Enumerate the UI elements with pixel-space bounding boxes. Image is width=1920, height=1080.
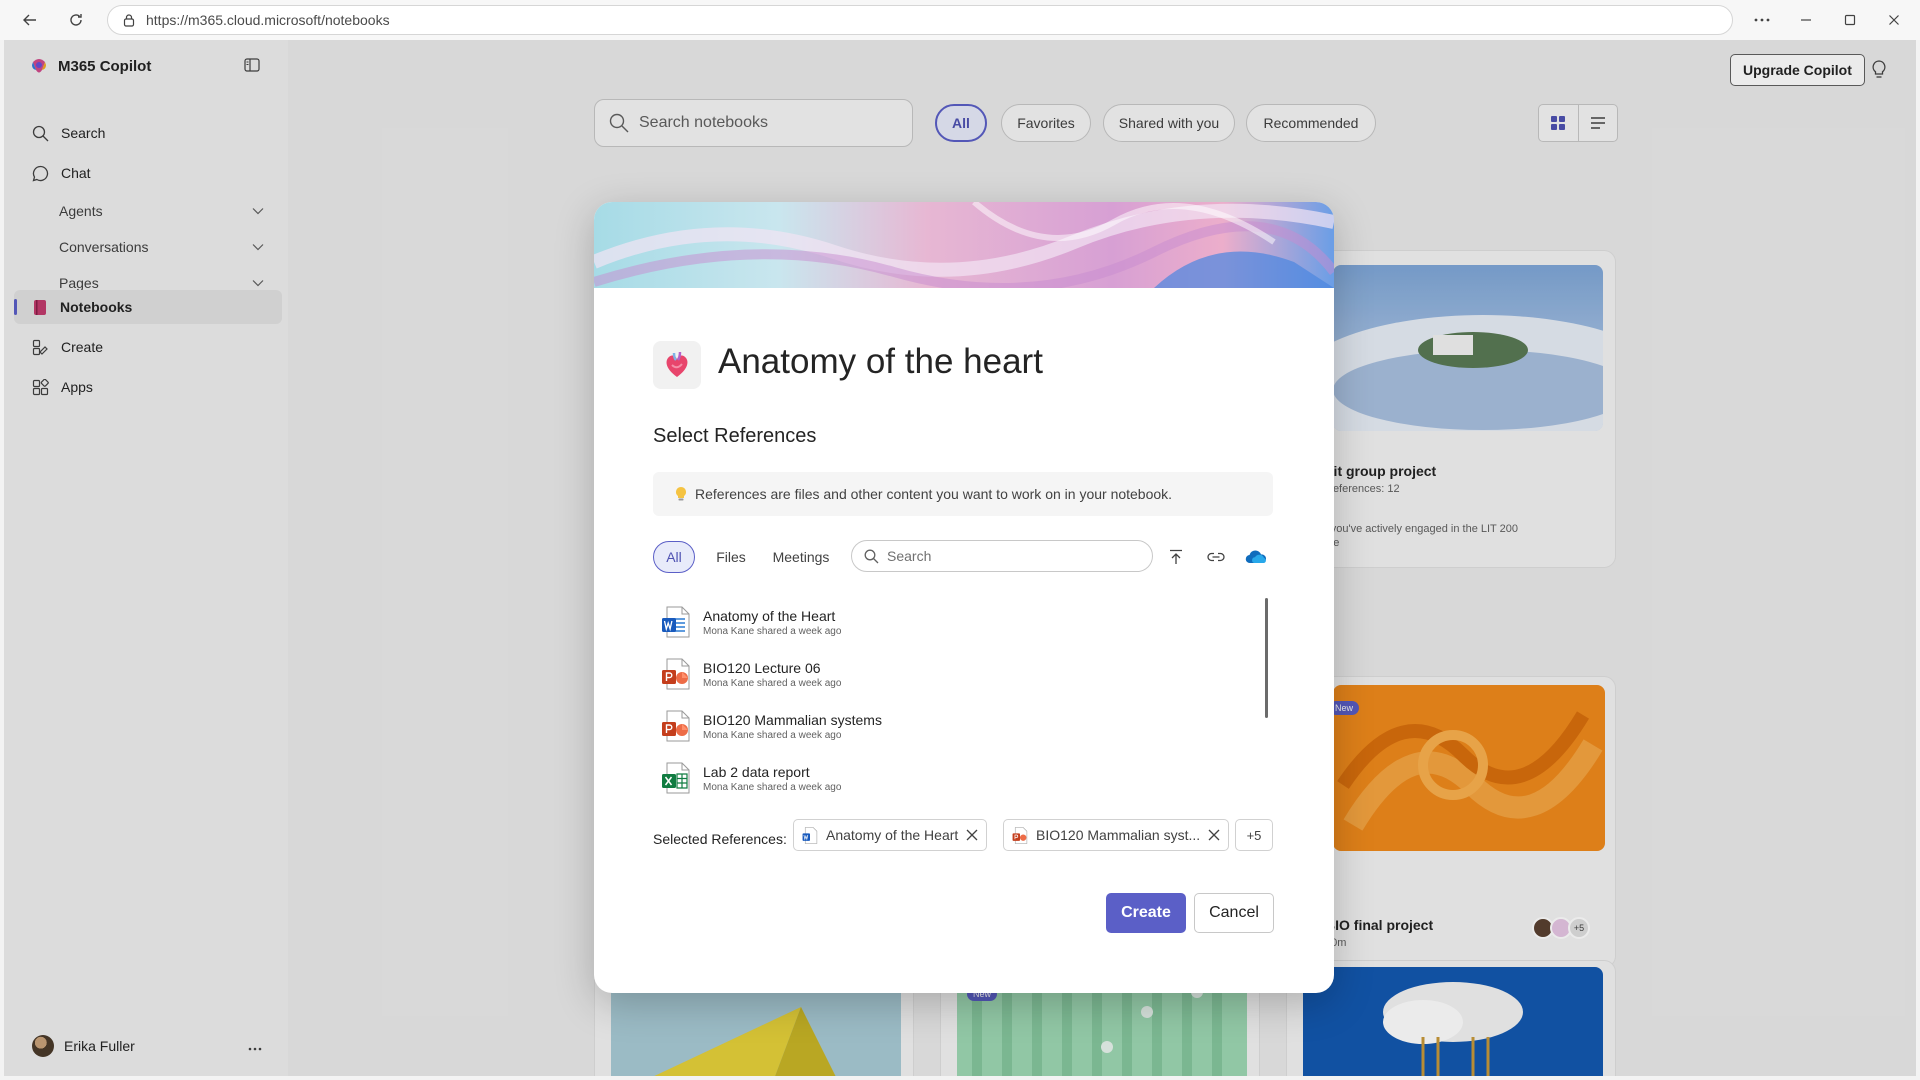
onedrive-button[interactable] — [1242, 543, 1270, 571]
minimize-icon — [1801, 19, 1811, 21]
chip-label: Anatomy of the Heart — [826, 827, 959, 843]
upload-icon — [1170, 549, 1182, 564]
dialog-banner — [594, 202, 1334, 293]
word-file-icon — [662, 606, 690, 638]
link-icon — [1207, 552, 1225, 562]
app-window: M365 Copilot Search Chat Agents Conversa… — [4, 40, 1916, 1076]
onedrive-cloud-icon — [1245, 550, 1267, 564]
maximize-button[interactable] — [1828, 0, 1872, 40]
url-text: https://m365.cloud.microsoft/notebooks — [146, 12, 390, 28]
info-text: References are files and other content y… — [695, 486, 1173, 502]
maximize-icon — [1844, 14, 1856, 26]
notebook-title[interactable]: Anatomy of the heart — [718, 342, 1043, 382]
back-arrow-icon — [23, 14, 36, 26]
powerpoint-file-icon — [662, 710, 690, 742]
powerpoint-file-icon — [662, 658, 690, 690]
close-window-button[interactable] — [1872, 0, 1916, 40]
create-notebook-dialog: Anatomy of the heart Select References R… — [594, 202, 1334, 993]
file-meta: Mona Kane shared a week ago — [703, 781, 842, 793]
file-meta: Mona Kane shared a week ago — [703, 729, 842, 741]
remove-icon[interactable] — [966, 829, 978, 841]
refresh-icon — [70, 14, 82, 26]
file-list-item[interactable]: BIO120 Mammalian systems Mona Kane share… — [661, 706, 882, 746]
more-references-button[interactable]: +5 — [1235, 819, 1273, 851]
remove-icon[interactable] — [1208, 829, 1220, 841]
cancel-button[interactable]: Cancel — [1194, 893, 1274, 933]
selected-references-label: Selected References: — [653, 831, 787, 847]
refresh-button[interactable] — [56, 0, 96, 40]
browser-toolbar: https://m365.cloud.microsoft/notebooks — [0, 0, 1920, 40]
address-bar[interactable]: https://m365.cloud.microsoft/notebooks — [107, 5, 1733, 35]
reference-search-input[interactable]: Search — [851, 540, 1153, 572]
back-button[interactable] — [10, 0, 50, 40]
file-name: BIO120 Mammalian systems — [703, 711, 882, 728]
file-name: BIO120 Lecture 06 — [703, 659, 821, 676]
close-icon — [1889, 15, 1899, 25]
tab-files[interactable]: Files — [706, 541, 756, 573]
search-placeholder: Search — [887, 548, 932, 564]
selected-reference-chip: BIO120 Mammalian syst... — [1003, 819, 1230, 851]
chip-label: BIO120 Mammalian syst... — [1036, 827, 1201, 843]
file-meta: Mona Kane shared a week ago — [703, 625, 842, 637]
lock-icon — [123, 14, 135, 27]
create-button[interactable]: Create — [1106, 893, 1186, 933]
minimize-button[interactable] — [1784, 0, 1828, 40]
lightbulb-icon — [676, 487, 686, 501]
tab-all[interactable]: All — [653, 541, 695, 573]
more-horizontal-icon — [1754, 18, 1770, 22]
file-name: Anatomy of the Heart — [703, 607, 836, 624]
word-file-icon — [802, 826, 818, 844]
info-banner: References are files and other content y… — [653, 472, 1273, 516]
powerpoint-file-icon — [1012, 826, 1028, 844]
file-name: Lab 2 data report — [703, 763, 810, 780]
add-link-button[interactable] — [1202, 543, 1230, 571]
selected-reference-chip: Anatomy of the Heart — [793, 819, 988, 851]
anatomical-heart-icon — [666, 351, 688, 377]
search-icon — [864, 549, 879, 563]
file-list-item[interactable]: BIO120 Lecture 06 Mona Kane shared a wee… — [661, 654, 841, 694]
tab-meetings[interactable]: Meetings — [766, 541, 836, 573]
file-list-item[interactable]: Lab 2 data report Mona Kane shared a wee… — [661, 758, 841, 798]
file-meta: Mona Kane shared a week ago — [703, 677, 842, 689]
section-title: Select References — [653, 425, 817, 447]
notebook-emoji-icon[interactable] — [653, 341, 701, 389]
upload-button[interactable] — [1162, 543, 1190, 571]
file-list-scrollbar[interactable] — [1265, 598, 1268, 718]
file-list-item[interactable]: Anatomy of the Heart Mona Kane shared a … — [661, 602, 841, 642]
excel-file-icon — [662, 762, 690, 794]
browser-menu-button[interactable] — [1740, 0, 1784, 40]
